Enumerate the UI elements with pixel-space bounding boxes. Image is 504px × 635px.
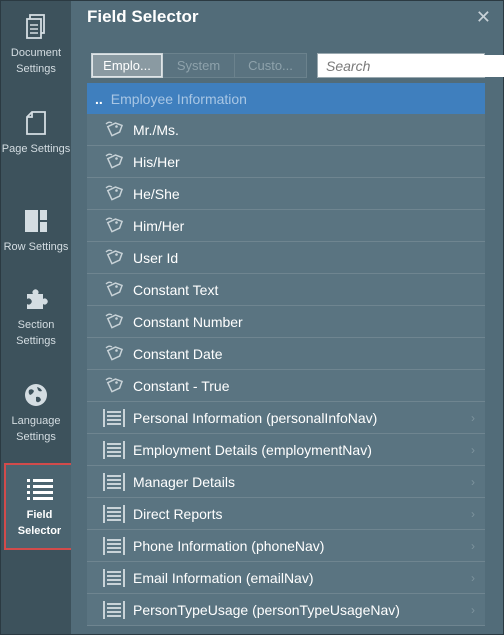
chevron-right-icon: › xyxy=(471,474,475,489)
sidebar: Document Settings Page Settings Row Sett… xyxy=(1,1,75,634)
sidebar-item-row-settings[interactable]: Row Settings xyxy=(1,207,71,255)
list-icon xyxy=(26,475,54,503)
field-row[interactable]: User Id xyxy=(87,242,485,274)
group-label: Personal Information (personalInfoNav) xyxy=(133,409,378,426)
field-label: Constant Date xyxy=(133,345,223,362)
field-label: Him/Her xyxy=(133,217,185,234)
tab-custom[interactable]: Custo... xyxy=(235,53,307,78)
field-label: Mr./Ms. xyxy=(133,121,179,138)
sidebar-item-label: Language Settings xyxy=(11,415,61,443)
parent-level-link[interactable]: .. xyxy=(95,91,103,107)
group-label: Phone Information (phoneNav) xyxy=(133,537,325,554)
sidebar-item-label: Document Settings xyxy=(10,47,62,75)
group-row[interactable]: Personal Information (personalInfoNav) › xyxy=(87,402,485,434)
group-row[interactable]: Direct Reports › xyxy=(87,498,485,530)
group-label: Employment Details (employmentNav) xyxy=(133,441,372,458)
sidebar-item-label: Row Settings xyxy=(3,241,69,253)
sidebar-item-label: Field Selector xyxy=(17,509,62,537)
search-input[interactable] xyxy=(318,54,504,77)
field-row[interactable]: Constant Number xyxy=(87,306,485,338)
tag-icon xyxy=(99,152,129,172)
page-icon xyxy=(22,109,50,137)
group-row[interactable]: Manager Details › xyxy=(87,466,485,498)
field-row[interactable]: His/Her xyxy=(87,146,485,178)
navigation-group-icon xyxy=(99,504,129,523)
panel-title: Field Selector xyxy=(87,7,199,26)
field-label: Constant - True xyxy=(133,377,230,394)
field-row[interactable]: Constant Text xyxy=(87,274,485,306)
search-box xyxy=(317,53,504,78)
tag-icon xyxy=(99,248,129,268)
navigation-group-icon xyxy=(99,600,129,619)
sidebar-item-document-settings[interactable]: Document Settings xyxy=(1,13,71,77)
group-row[interactable]: Employment Details (employmentNav) › xyxy=(87,434,485,466)
list-breadcrumb[interactable]: .. Employee Information xyxy=(87,83,485,114)
group-row[interactable]: Phone Information (phoneNav) › xyxy=(87,530,485,562)
group-label: PersonTypeUsage (personTypeUsageNav) xyxy=(133,601,400,618)
field-label: User Id xyxy=(133,249,179,266)
field-selector-panel: Field Selector ✕ Emplo... System Custo..… xyxy=(71,1,504,634)
sidebar-item-label: Page Settings xyxy=(1,143,71,155)
chevron-right-icon: › xyxy=(471,570,475,585)
tab-system[interactable]: System xyxy=(163,53,235,78)
field-label: Constant Number xyxy=(133,313,243,330)
field-row[interactable]: Mr./Ms. xyxy=(87,114,485,146)
navigation-group-icon xyxy=(99,472,129,491)
sidebar-item-label: Section Settings xyxy=(16,319,56,347)
field-row[interactable]: Constant Date xyxy=(87,338,485,370)
field-label: His/Her xyxy=(133,153,180,170)
group-label: Email Information (emailNav) xyxy=(133,569,314,586)
field-list: .. Employee Information Mr./Ms. His/Her He… xyxy=(87,83,485,626)
group-label: Direct Reports xyxy=(133,505,223,522)
navigation-group-icon xyxy=(99,408,129,427)
field-label: He/She xyxy=(133,185,180,202)
chevron-right-icon: › xyxy=(471,506,475,521)
tag-icon xyxy=(99,344,129,364)
tag-icon xyxy=(99,120,129,140)
tag-icon xyxy=(99,376,129,396)
chevron-right-icon: › xyxy=(471,602,475,617)
group-label: Manager Details xyxy=(133,473,235,490)
sidebar-item-language-settings[interactable]: Language Settings xyxy=(1,381,71,445)
tag-icon xyxy=(99,312,129,332)
close-icon[interactable]: ✕ xyxy=(476,7,491,28)
tag-icon xyxy=(99,280,129,300)
document-icon xyxy=(22,13,50,41)
group-row[interactable]: Email Information (emailNav) › xyxy=(87,562,485,594)
row-layout-icon xyxy=(22,207,50,235)
sidebar-item-field-selector[interactable]: Field Selector xyxy=(4,463,75,550)
chevron-right-icon: › xyxy=(471,410,475,425)
navigation-group-icon xyxy=(99,440,129,459)
group-row[interactable]: PersonTypeUsage (personTypeUsageNav) › xyxy=(87,594,485,626)
field-row[interactable]: He/She xyxy=(87,178,485,210)
field-row[interactable]: Constant - True xyxy=(87,370,485,402)
current-entity-label: Employee Information xyxy=(110,90,247,107)
field-row[interactable]: Him/Her xyxy=(87,210,485,242)
chevron-right-icon: › xyxy=(471,538,475,553)
puzzle-icon xyxy=(22,285,50,313)
globe-icon xyxy=(22,381,50,409)
tag-icon xyxy=(99,216,129,236)
navigation-group-icon xyxy=(99,568,129,587)
tab-bar: Emplo... System Custo... xyxy=(91,53,307,78)
navigation-group-icon xyxy=(99,536,129,555)
field-label: Constant Text xyxy=(133,281,219,298)
tab-employee[interactable]: Emplo... xyxy=(91,53,163,78)
chevron-right-icon: › xyxy=(471,442,475,457)
tag-icon xyxy=(99,184,129,204)
sidebar-item-page-settings[interactable]: Page Settings xyxy=(1,109,71,157)
sidebar-item-section-settings[interactable]: Section Settings xyxy=(1,285,71,349)
